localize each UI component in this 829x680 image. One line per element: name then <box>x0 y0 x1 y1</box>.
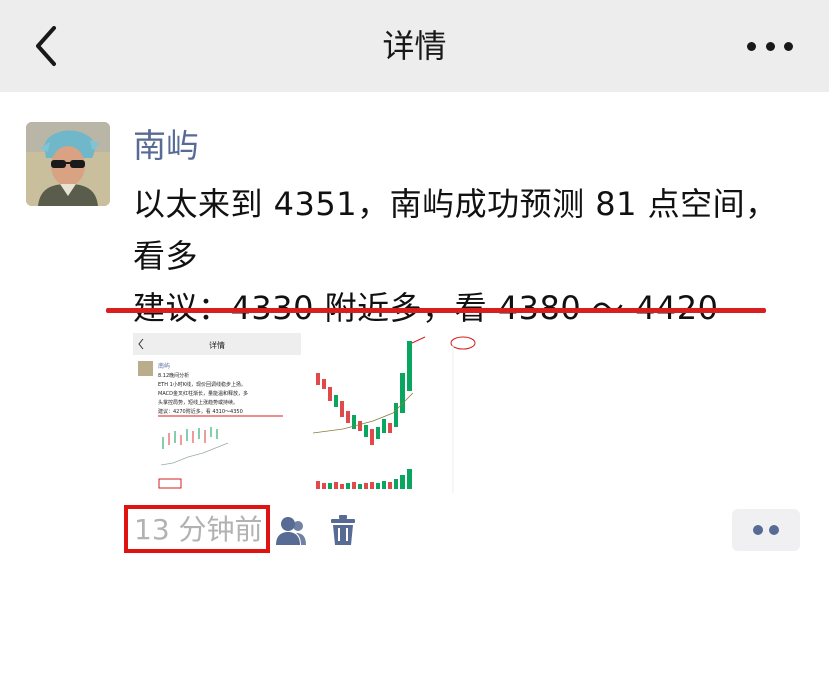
attachment-thumbnail: 详情 南屿 8.12晚间分析 ETH 1小时K线，现价回调线稳步上扬。 MACD… <box>133 333 483 495</box>
attachment-image[interactable]: 详情 南屿 8.12晚间分析 ETH 1小时K线，现价回调线稳步上扬。 MACD… <box>133 333 483 495</box>
red-underline-annotation <box>106 308 766 313</box>
avatar[interactable] <box>26 122 110 206</box>
thumb-line: 头掌控局势，短线上涨趋势或持续。 <box>158 399 238 406</box>
thumb-line: 8.12晚间分析 <box>158 372 189 379</box>
post-timestamp: 13 分钟前 <box>134 513 263 546</box>
author-name[interactable]: 南屿 <box>133 124 199 168</box>
trash-icon[interactable] <box>330 514 356 546</box>
post-line: 以太来到 4351，南屿成功预测 81 点空间， <box>133 185 778 223</box>
comment-dots-icon[interactable] <box>732 509 800 551</box>
navbar: 详情 <box>0 0 829 92</box>
page-title: 详情 <box>382 27 447 65</box>
thumb-line: MACD金叉红柱渐长，量能温和释放，多 <box>158 390 248 397</box>
thumb-line: 建议：4270附近多，看 4310～4350 <box>158 408 243 415</box>
more-dots-icon[interactable] <box>747 36 793 56</box>
post-line: 看多 <box>133 237 199 275</box>
thumb-author: 南屿 <box>158 362 170 370</box>
thumb-line: ETH 1小时K线，现价回调线稳步上扬。 <box>158 381 246 388</box>
thumb-title: 详情 <box>209 340 225 350</box>
contacts-icon[interactable] <box>274 515 308 547</box>
